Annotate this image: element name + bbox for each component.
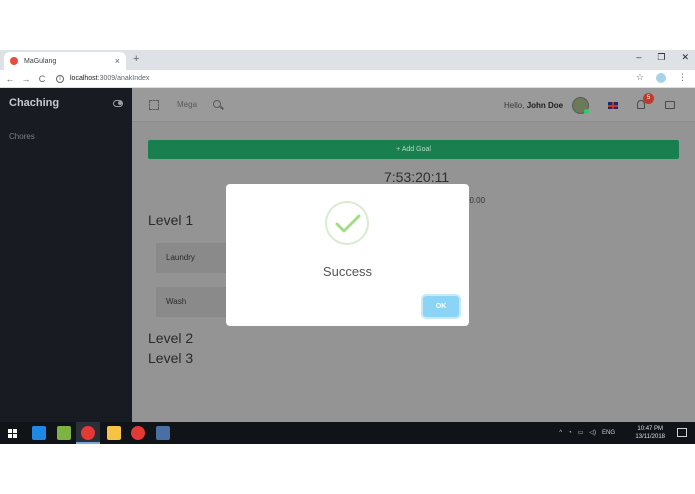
network-icon[interactable]: ◔ [568,430,572,436]
clock[interactable]: 10:47 PM 13/11/2018 [635,425,665,441]
browser-tab[interactable]: MaGulang × [4,52,126,70]
level-1-heading: Level 1 [148,212,194,228]
success-icon [325,201,369,245]
window-controls: – ❐ ✕ [636,52,689,63]
url-host: localhost [70,75,98,82]
clock-date: 13/11/2018 [635,434,665,440]
lambda-app-icon[interactable] [57,426,71,440]
chevron-up-icon[interactable]: ^ [559,430,562,436]
extension-icon[interactable] [656,72,666,83]
top-bar: Mega Hello, John Doe 5 [132,88,695,122]
add-goal-button[interactable]: + Add Goal [148,140,679,159]
forward-button[interactable]: → [20,74,32,84]
notification-badge: 5 [643,93,654,104]
vscode-icon[interactable] [32,426,46,440]
clock-time: 10:47 PM [637,426,664,432]
avatar[interactable] [572,97,589,114]
ok-button[interactable]: OK [423,296,459,317]
volume-icon[interactable]: ◁) [589,429,596,436]
greeting-text: Hello, [504,101,525,110]
minimize-button[interactable]: – [636,52,641,63]
toolbar-right: ☆ ⋮ [636,72,687,83]
favicon-icon [10,57,18,65]
chrome-canary-icon[interactable] [131,426,145,440]
sidebar: Chaching Chores [0,88,132,422]
checkmark-icon [335,214,361,233]
back-button[interactable]: ← [4,74,16,84]
tab-close-icon[interactable]: × [115,56,120,66]
tab-title: MaGulang [24,57,57,65]
screen: MaGulang × + – ❐ ✕ ← → C i localhost :30… [0,0,695,494]
info-icon[interactable]: i [56,74,64,83]
battery-icon[interactable]: ▭ [578,429,584,436]
uk-flag-icon[interactable] [608,102,618,109]
browser-toolbar: ← → C i localhost :3009/anakIndex ☆ ⋮ [0,70,695,88]
file-explorer-icon[interactable] [107,426,121,440]
menu-icon[interactable]: ⋮ [678,72,687,83]
language-indicator[interactable]: ENG [602,430,615,436]
sidebar-item-chores[interactable]: Chores [9,132,35,141]
windows-start-icon[interactable] [8,429,17,438]
mega-menu-link[interactable]: Mega [177,100,197,109]
new-tab-button[interactable]: + [133,53,139,65]
system-tray: ^ ◔ ▭ ◁) ENG [559,429,615,437]
online-status-dot [584,109,589,114]
mail-icon[interactable] [665,101,675,109]
modal-title: Success [322,264,373,279]
countdown-timer: 7:53:20:11 [384,169,450,185]
success-modal: Success OK [226,184,469,326]
visual-studio-icon[interactable] [156,426,170,440]
reload-button[interactable]: C [36,74,48,84]
fullscreen-icon[interactable] [149,100,159,110]
close-window-button[interactable]: ✕ [681,52,689,63]
level-2-heading: Level 2 [148,330,194,346]
user-greeting[interactable]: Hello, John Doe [504,101,563,110]
user-name: John Doe [526,101,564,110]
chrome-icon[interactable] [81,426,95,440]
brand-logo[interactable]: Chaching [9,97,59,109]
star-icon[interactable]: ☆ [636,72,644,83]
restore-button[interactable]: ❐ [657,52,665,63]
level-3-heading: Level 3 [148,350,194,366]
address-bar[interactable]: i localhost :3009/anakIndex [56,74,150,83]
url-path: :3009/anakIndex [97,75,150,82]
taskbar: ^ ◔ ▭ ◁) ENG 10:47 PM 13/11/2018 [0,422,695,444]
sidebar-toggle-icon[interactable] [113,100,123,107]
search-icon[interactable] [213,100,221,108]
action-center-icon[interactable] [677,428,687,437]
